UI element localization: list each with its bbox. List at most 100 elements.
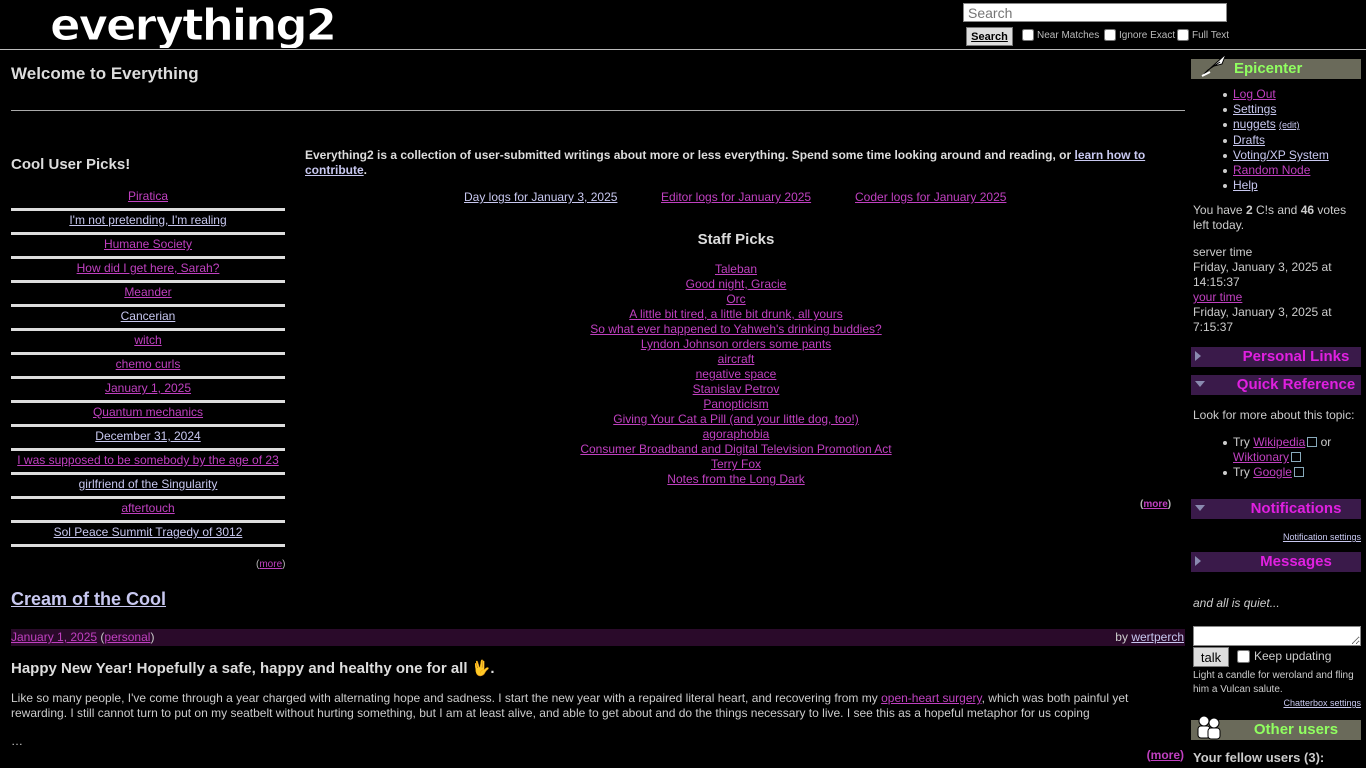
staff-pick-link[interactable]: aircraft: [718, 352, 755, 366]
staff-picks-title: Staff Picks: [697, 231, 775, 248]
list-item: aftertouch: [11, 499, 285, 523]
keep-updating-checkbox[interactable]: [1237, 649, 1250, 663]
staff-picks-more-link[interactable]: more: [1143, 499, 1167, 510]
talk-button[interactable]: talk: [1193, 647, 1229, 667]
messages-header[interactable]: Messages: [1191, 552, 1361, 572]
personal-links-header[interactable]: Personal Links: [1191, 347, 1361, 367]
quick-reference-header[interactable]: Quick Reference: [1191, 375, 1361, 395]
staff-pick-link[interactable]: A little bit tired, a little bit drunk, …: [629, 307, 842, 321]
svg-text:everything2: everything2: [50, 2, 335, 48]
staff-pick-link[interactable]: agoraphobia: [703, 427, 770, 441]
near-matches-checkbox[interactable]: [1022, 29, 1034, 41]
staff-pick-link[interactable]: Consumer Broadband and Digital Televisio…: [580, 442, 891, 456]
list-item: girlfriend of the Singularity: [11, 475, 285, 499]
cool-pick-link[interactable]: I was supposed to be somebody by the age…: [17, 453, 279, 467]
keep-updating-option[interactable]: Keep updating: [1237, 649, 1331, 663]
cool-pick-link[interactable]: Cancerian: [121, 309, 176, 323]
wikipedia-link[interactable]: Wikipedia: [1253, 435, 1305, 449]
settings-link[interactable]: Settings: [1233, 102, 1276, 116]
voting-xp-link[interactable]: Voting/XP System: [1233, 148, 1329, 162]
staff-pick-link[interactable]: Good night, Gracie: [686, 277, 787, 291]
cool-pick-link[interactable]: I'm not pretending, I'm realing: [69, 213, 226, 227]
list-item: chemo curls: [11, 355, 285, 379]
day-logs-link[interactable]: Day logs for January 3, 2025: [464, 190, 617, 204]
list-item: How did I get here, Sarah?: [11, 259, 285, 283]
nuggets-link[interactable]: nuggets: [1233, 117, 1276, 131]
writeup-date-link[interactable]: January 1, 2025: [11, 630, 97, 644]
search-button[interactable]: Search: [966, 27, 1013, 46]
help-link[interactable]: Help: [1233, 178, 1258, 192]
list-item: So what ever happened to Yahweh's drinki…: [305, 322, 1167, 337]
full-text-option[interactable]: Full Text: [1177, 29, 1229, 41]
cool-pick-link[interactable]: Meander: [124, 285, 171, 299]
staff-pick-link[interactable]: Giving Your Cat a Pill (and your little …: [613, 412, 858, 426]
cool-pick-link[interactable]: January 1, 2025: [105, 381, 191, 395]
external-link-icon: [1307, 437, 1318, 447]
full-text-checkbox[interactable]: [1177, 29, 1189, 41]
list-item: agoraphobia: [305, 427, 1167, 442]
list-item: Meander: [11, 283, 285, 307]
log-out-link[interactable]: Log Out: [1233, 87, 1276, 101]
list-item: Sol Peace Summit Tragedy of 3012: [11, 523, 285, 547]
editor-logs-link[interactable]: Editor logs for January 2025: [661, 190, 811, 204]
page-title: Welcome to Everything: [11, 64, 199, 83]
list-item: witch: [11, 331, 285, 355]
coder-logs-link[interactable]: Coder logs for January 2025: [855, 190, 1006, 204]
list-item: Piratica: [11, 187, 285, 211]
staff-pick-link[interactable]: So what ever happened to Yahweh's drinki…: [590, 322, 881, 336]
cool-pick-link[interactable]: witch: [134, 333, 161, 347]
writeup-type-link[interactable]: personal: [104, 630, 150, 644]
users-icon: [1197, 715, 1221, 740]
list-item: January 1, 2025: [11, 379, 285, 403]
quill-icon: [1201, 53, 1227, 77]
cool-pick-link[interactable]: Piratica: [128, 189, 168, 203]
ignore-exact-option[interactable]: Ignore Exact: [1104, 29, 1175, 41]
cream-of-cool-link[interactable]: Cream of the Cool: [11, 589, 166, 609]
staff-pick-link[interactable]: Lyndon Johnson orders some pants: [641, 337, 831, 351]
open-heart-surgery-link[interactable]: open-heart surgery: [881, 691, 982, 705]
cool-pick-link[interactable]: Quantum mechanics: [93, 405, 203, 419]
google-link[interactable]: Google: [1253, 465, 1292, 479]
staff-pick-link[interactable]: Stanislav Petrov: [693, 382, 780, 396]
drafts-link[interactable]: Drafts: [1233, 133, 1265, 147]
search-input[interactable]: [963, 3, 1227, 22]
writeup-body: Like so many people, I've come through a…: [11, 691, 1129, 720]
cool-pick-link[interactable]: girlfriend of the Singularity: [79, 477, 218, 491]
edit-nuggets-link[interactable]: (edit): [1279, 120, 1300, 130]
your-time: your time Friday, January 3, 2025 at 7:1…: [1193, 290, 1332, 334]
other-users-header[interactable]: Other users: [1191, 715, 1361, 740]
cool-pick-link[interactable]: Sol Peace Summit Tragedy of 3012: [54, 525, 243, 539]
notifications-header[interactable]: Notifications: [1191, 499, 1361, 519]
cool-pick-link[interactable]: Humane Society: [104, 237, 192, 251]
writeup-more: (more): [1146, 748, 1184, 762]
list-item: Cancerian: [11, 307, 285, 331]
your-time-link[interactable]: your time: [1193, 290, 1242, 304]
staff-pick-link[interactable]: Taleban: [715, 262, 757, 276]
staff-picks-list: Taleban Good night, Gracie Orc A little …: [305, 262, 1167, 487]
writeup-more-link[interactable]: more: [1151, 748, 1180, 762]
cool-pick-link[interactable]: aftertouch: [121, 501, 174, 515]
list-item: Lyndon Johnson orders some pants: [305, 337, 1167, 352]
epicenter-header[interactable]: Epicenter: [1191, 53, 1361, 79]
list-item: A little bit tired, a little bit drunk, …: [305, 307, 1167, 322]
ignore-exact-checkbox[interactable]: [1104, 29, 1116, 41]
staff-pick-link[interactable]: Panopticism: [703, 397, 768, 411]
cool-pick-link[interactable]: How did I get here, Sarah?: [77, 261, 220, 275]
notification-settings-link[interactable]: Notification settings: [1283, 532, 1361, 542]
cool-pick-link[interactable]: December 31, 2024: [95, 429, 200, 443]
staff-pick-link[interactable]: Notes from the Long Dark: [667, 472, 804, 486]
staff-pick-link[interactable]: Orc: [726, 292, 745, 306]
author-link[interactable]: wertperch: [1131, 630, 1184, 644]
chatterbox-settings-link[interactable]: Chatterbox settings: [1283, 698, 1361, 708]
random-node-link[interactable]: Random Node: [1233, 163, 1310, 177]
cool-picks-more: (more): [256, 559, 286, 570]
cool-picks-more-link[interactable]: more: [259, 559, 282, 570]
list-item: Terry Fox: [305, 457, 1167, 472]
cool-pick-link[interactable]: chemo curls: [116, 357, 181, 371]
everything2-logo[interactable]: everything2: [50, 2, 350, 48]
wiktionary-link[interactable]: Wiktionary: [1233, 450, 1289, 464]
staff-pick-link[interactable]: Terry Fox: [711, 457, 761, 471]
near-matches-option[interactable]: Near Matches: [1022, 29, 1099, 41]
staff-pick-link[interactable]: negative space: [696, 367, 777, 381]
chatterbox-input[interactable]: [1193, 626, 1361, 646]
